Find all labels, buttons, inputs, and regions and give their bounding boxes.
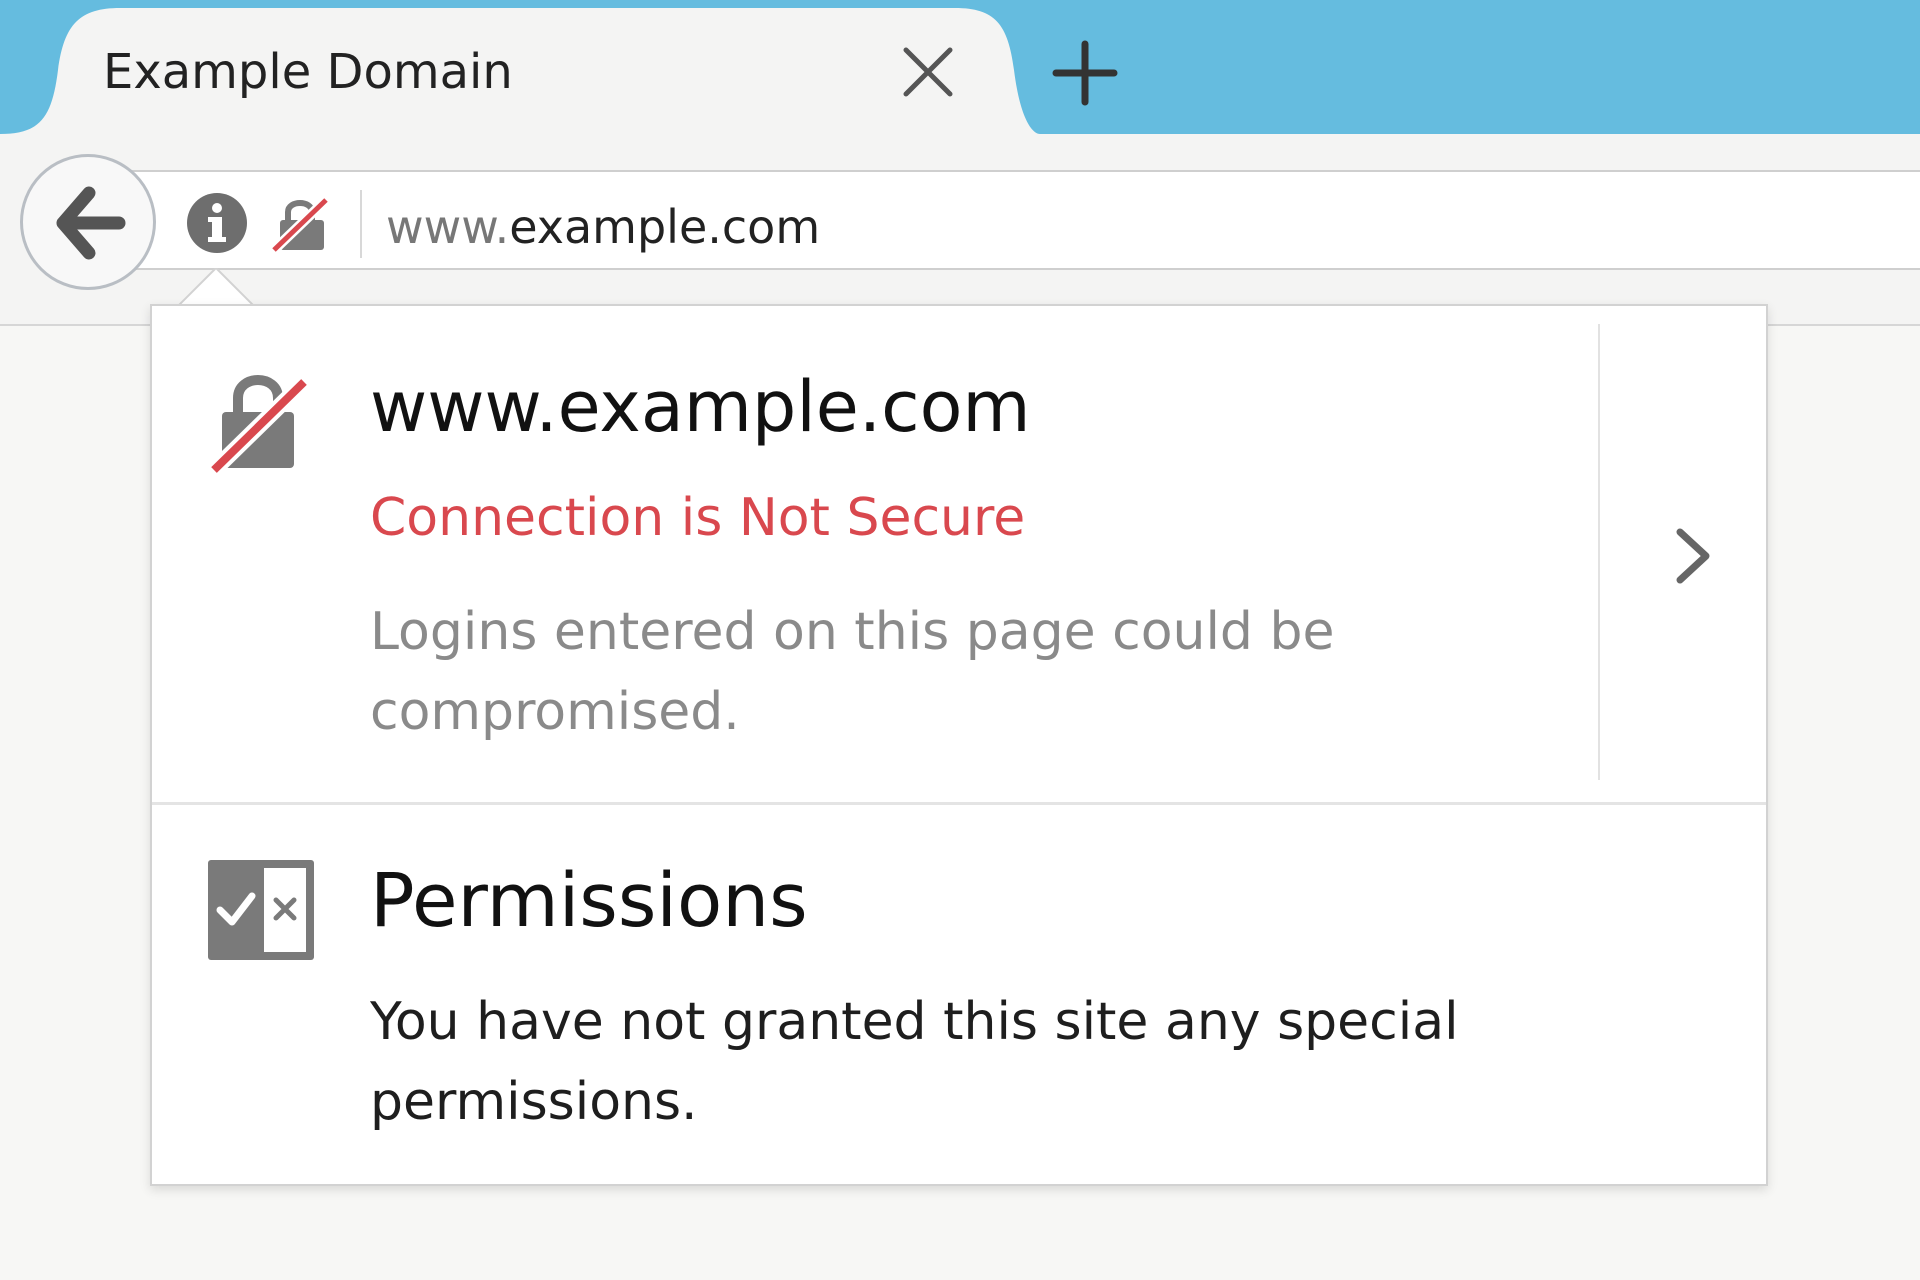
url-bar[interactable] — [88, 170, 1920, 270]
url-separator — [360, 190, 362, 258]
permissions-title: Permissions — [370, 858, 808, 944]
url-text[interactable]: www.example.com — [386, 200, 820, 254]
chevron-right-icon[interactable] — [1664, 524, 1724, 588]
url-prefix: www. — [386, 200, 510, 254]
tab-example-domain[interactable]: Example Domain — [0, 0, 1040, 134]
tab-strip: Example Domain — [0, 0, 1920, 134]
security-section[interactable]: www.example.com Connection is Not Secure… — [152, 306, 1766, 805]
back-button[interactable] — [20, 154, 156, 290]
close-icon[interactable] — [896, 40, 960, 104]
connection-status: Connection is Not Secure — [370, 488, 1026, 548]
insecure-lock-icon — [208, 375, 308, 474]
url-domain: example.com — [509, 200, 821, 254]
popup-arrow — [176, 268, 256, 308]
permissions-description: You have not granted this site any speci… — [370, 992, 1459, 1132]
permissions-icon — [208, 860, 314, 960]
insecure-lock-icon[interactable] — [268, 192, 332, 254]
nav-bar: www.example.com — [0, 134, 1920, 326]
site-host: www.example.com — [370, 366, 1031, 448]
tab-title: Example Domain — [103, 44, 513, 100]
section-divider — [1598, 324, 1600, 780]
plus-icon[interactable] — [1050, 38, 1120, 108]
back-arrow-icon — [56, 186, 126, 260]
site-identity-popup: www.example.com Connection is Not Secure… — [150, 304, 1768, 1186]
connection-description: Logins entered on this page could be com… — [370, 602, 1335, 742]
info-icon[interactable] — [186, 192, 248, 254]
